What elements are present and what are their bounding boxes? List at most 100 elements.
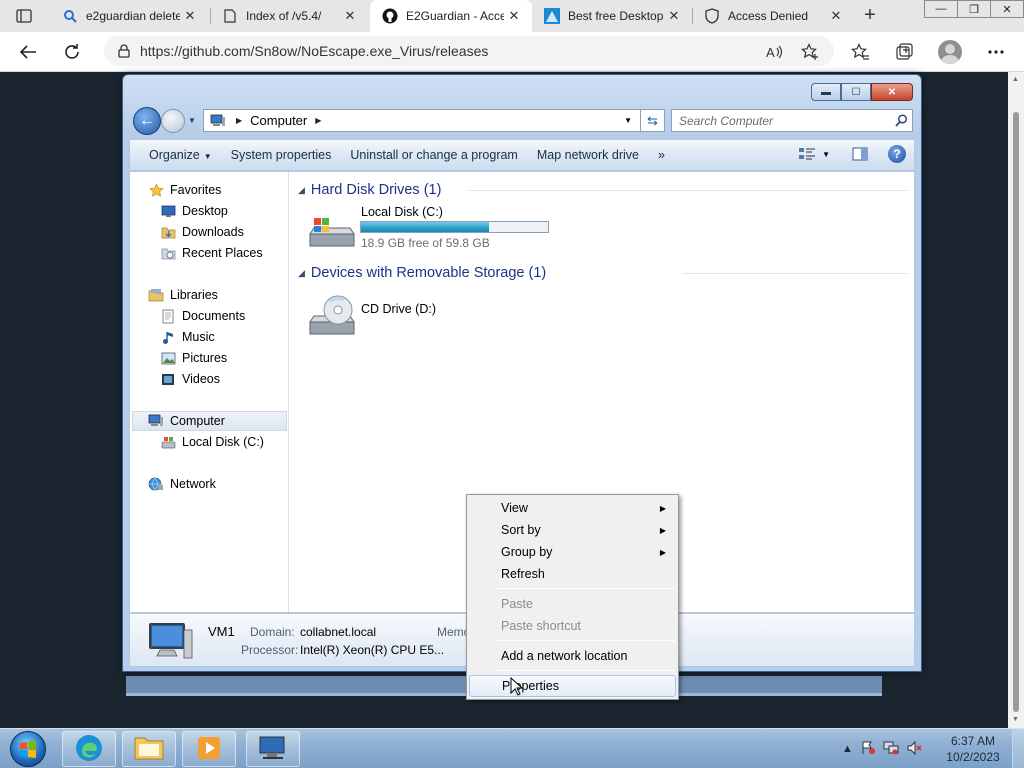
music-icon [160,329,176,345]
taskbar-edge-button[interactable] [62,731,116,767]
submenu-arrow-icon: ▶ [659,548,666,557]
system-clock[interactable]: 6:37 AM 10/2/2023 [938,733,1008,765]
group-header-hard-disk-drives[interactable]: ◢ Hard Disk Drives (1) [298,180,441,200]
browser-tab-index[interactable]: Index of /v5.4/ ✕ [210,0,368,32]
uninstall-program-button[interactable]: Uninstall or change a program [350,148,517,162]
close-tab-icon[interactable]: ✕ [340,8,360,24]
favorites-icon[interactable] [846,38,874,66]
add-favorite-icon[interactable] [796,38,824,66]
nav-desktop[interactable]: Desktop [160,201,228,221]
scroll-down-icon[interactable]: ▼ [1012,716,1019,723]
collapse-triangle-icon[interactable]: ◢ [298,268,305,279]
nav-local-disk[interactable]: Local Disk (C:) [160,432,264,452]
taskbar-remote-desktop-button[interactable] [246,731,300,767]
menu-item-sort-by[interactable]: Sort by ▶ [469,519,676,541]
forward-arrow-icon[interactable] [161,109,185,133]
organize-button[interactable]: Organize ▼ [149,148,212,162]
nav-libraries[interactable]: Libraries [148,285,218,305]
back-arrow-icon[interactable] [14,38,42,66]
group-header-removable-storage[interactable]: ◢ Devices with Removable Storage (1) [298,263,546,283]
scrollbar-thumb[interactable] [1013,112,1019,712]
close-tab-icon[interactable]: ✕ [664,8,684,24]
nav-computer[interactable]: Computer [132,411,287,431]
taskbar-explorer-button[interactable] [122,731,176,767]
nav-favorites[interactable]: Favorites [148,180,221,200]
search-icon [62,8,78,24]
drive-local-disk-c[interactable]: Local Disk (C:) 18.9 GB free of 59.8 GB [304,202,554,252]
chevron-down-icon[interactable]: ▼ [624,116,632,125]
nav-recent-places[interactable]: Recent Places [160,243,263,263]
restore-icon[interactable]: ❐ [957,0,991,18]
taskbar-media-player-button[interactable] [182,731,236,767]
browser-tab-e2guardian-delete[interactable]: e2guardian delete ✕ [50,0,208,32]
reload-icon[interactable] [58,38,86,66]
submenu-arrow-icon: ▶ [659,526,666,535]
remote-desktop-icon [257,734,289,765]
clock-time: 6:37 AM [950,734,996,748]
breadcrumb[interactable]: Computer [250,113,307,128]
menu-item-properties[interactable]: Properties [469,675,676,697]
browser-tab-best-free-desktop[interactable]: Best free Desktop ✕ [532,0,692,32]
scroll-up-icon[interactable]: ▲ [1012,76,1019,83]
menu-item-view[interactable]: View ▶ [469,497,676,519]
help-icon[interactable]: ? [888,145,906,163]
refresh-icon[interactable]: ⇆ [640,109,664,132]
nav-documents[interactable]: Documents [160,306,245,326]
drive-cd-d[interactable]: CD Drive (D:) [304,290,504,340]
menu-item-paste[interactable]: Paste [469,593,676,615]
lock-icon[interactable] [118,44,130,58]
change-view-icon[interactable]: ▼ [798,147,830,161]
domain-value: collabnet.local [300,625,377,639]
address-bar[interactable]: https://github.com/Sn8ow/NoEscape.exe_Vi… [104,36,834,66]
close-tab-icon[interactable]: ✕ [180,8,200,24]
nav-music[interactable]: Music [160,327,215,347]
breadcrumb-chevron-icon[interactable]: ▶ [236,116,242,125]
preview-pane-icon[interactable] [852,147,868,161]
nav-pictures[interactable]: Pictures [160,348,227,368]
network-tray-icon[interactable] [883,741,899,758]
close-tab-icon[interactable]: ✕ [504,8,524,24]
action-center-icon[interactable] [861,741,875,758]
browser-tab-e2guardian-active[interactable]: E2Guardian - Acce ✕ [370,0,532,32]
folder-icon [133,734,165,765]
profile-avatar[interactable] [938,40,962,64]
domain-label: Domain: [250,625,295,639]
minimize-icon[interactable]: — [924,0,958,18]
show-desktop-button[interactable] [1012,729,1024,768]
read-aloud-icon[interactable]: A [760,38,788,66]
page-scrollbar[interactable]: ▲ ▼ [1008,72,1024,728]
start-button[interactable] [4,729,52,768]
nav-downloads[interactable]: Downloads [160,222,244,242]
system-properties-button[interactable]: System properties [231,148,332,162]
browser-tab-access-denied[interactable]: Access Denied ✕ [692,0,854,32]
close-tab-icon[interactable]: ✕ [826,8,846,24]
search-icon[interactable] [895,114,908,130]
new-tab-button[interactable]: + [858,4,882,28]
collapse-triangle-icon[interactable]: ◢ [298,185,305,196]
nav-network[interactable]: Network [148,474,216,494]
processor-label: Processor: [241,643,299,657]
more-options-icon[interactable] [982,38,1010,66]
tab-actions-icon[interactable] [8,5,40,27]
maximize-icon[interactable]: ☐ [841,83,871,101]
close-icon[interactable]: ✕ [990,0,1024,18]
explorer-address-bar[interactable]: ▶ Computer ▶ ▼ [203,109,665,132]
search-input[interactable]: Search Computer [671,109,913,132]
more-commands-button[interactable]: » [658,148,665,162]
nav-videos[interactable]: Videos [160,369,220,389]
navigation-pane: Favorites Desktop Downloads Recent Place… [130,172,289,612]
menu-item-add-network-location[interactable]: Add a network location [469,645,676,667]
menu-item-paste-shortcut[interactable]: Paste shortcut [469,615,676,637]
breadcrumb-chevron-icon[interactable]: ▶ [315,116,321,125]
collections-icon[interactable] [890,38,918,66]
back-arrow-icon[interactable]: ← [133,107,161,135]
menu-item-refresh[interactable]: Refresh [469,563,676,585]
show-hidden-icons-icon[interactable]: ▲ [842,743,853,755]
close-icon[interactable]: ✕ [871,83,913,101]
minimize-icon[interactable]: ▬ [811,83,841,101]
recent-pages-icon[interactable]: ▼ [188,116,196,125]
pictures-icon [160,350,176,366]
volume-muted-icon[interactable] [907,740,923,758]
map-network-drive-button[interactable]: Map network drive [537,148,639,162]
menu-item-group-by[interactable]: Group by ▶ [469,541,676,563]
